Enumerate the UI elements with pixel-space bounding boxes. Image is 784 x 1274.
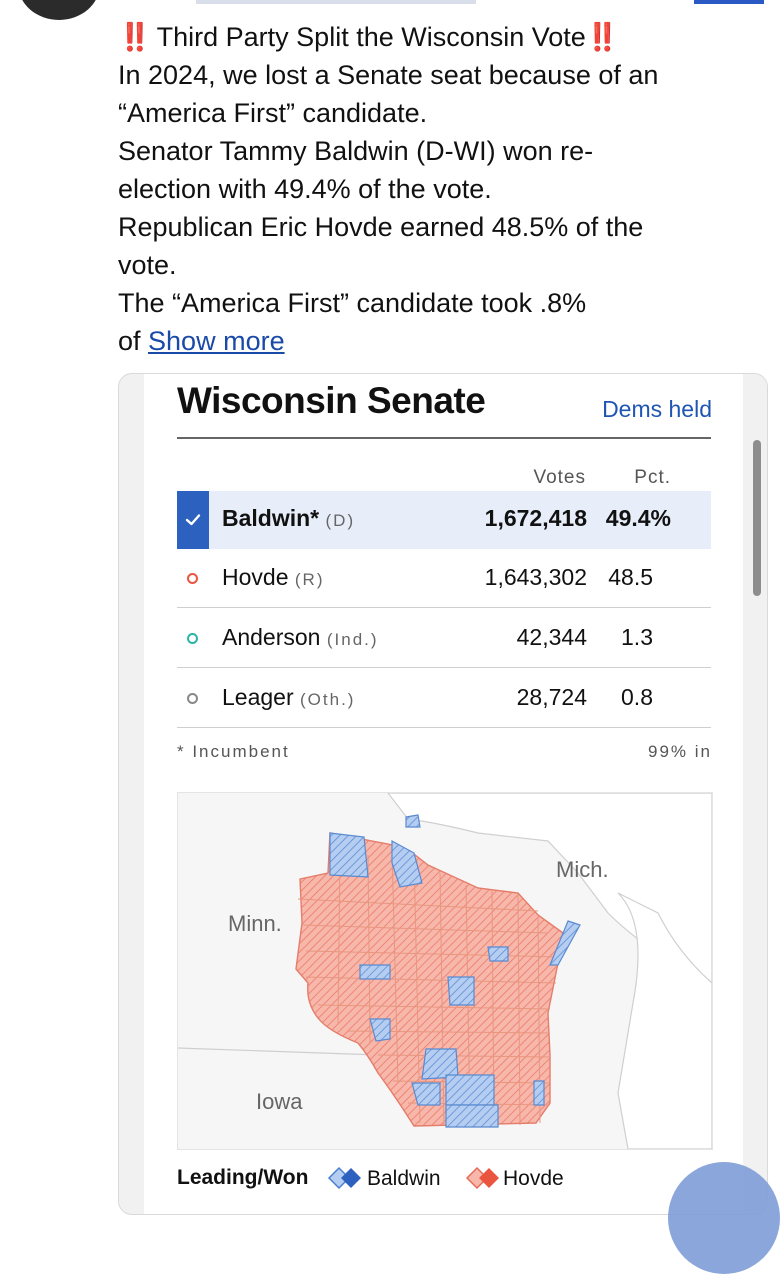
- pct-column-header: Pct.: [634, 467, 671, 488]
- candidate-row-leager: Leager (Oth.) 28,724 0.8: [177, 670, 711, 728]
- legend-baldwin: Baldwin: [367, 1167, 441, 1190]
- map-label-michigan: Mich.: [556, 857, 609, 882]
- map-label-iowa: Iowa: [256, 1089, 303, 1114]
- post-line: In 2024, we lost a Senate seat because o…: [118, 60, 659, 90]
- map-legend: Leading/Won Baldwin Hovde: [177, 1166, 737, 1196]
- candidate-row-hovde: Hovde (R) 1,643,302 48.5: [177, 550, 711, 608]
- follow-button[interactable]: [694, 0, 764, 4]
- state-outline: [295, 832, 571, 1127]
- post-line: Republican Eric Hovde earned 48.5% of th…: [118, 212, 644, 242]
- county-map[interactable]: Minn. Mich. Iowa: [177, 792, 713, 1150]
- baldwin-swatch-icon: [327, 1166, 361, 1190]
- post-text: ‼️ Third Party Split the Wisconsin Vote‼…: [118, 18, 758, 360]
- post-title-line: ‼️ Third Party Split the Wisconsin Vote‼…: [118, 18, 758, 56]
- embedded-card[interactable]: Wisconsin Senate Dems held Votes Pct. Ba…: [118, 373, 768, 1215]
- incumbent-footnote: * Incumbent: [177, 742, 290, 761]
- legend-hovde: Hovde: [503, 1167, 564, 1190]
- candidate-pct: 1.3: [621, 624, 653, 650]
- floating-action-button[interactable]: [668, 1162, 780, 1274]
- hovde-swatch-icon: [465, 1166, 499, 1190]
- double-exclamation-icon: ‼️: [585, 22, 620, 52]
- title-divider: [177, 437, 711, 439]
- candidate-pct: 49.4%: [605, 505, 671, 531]
- candidate-pct: 48.5: [608, 564, 653, 590]
- post-line-prefix: of: [118, 326, 149, 356]
- avatar[interactable]: [18, 0, 100, 20]
- legend-title: Leading/Won: [177, 1166, 309, 1189]
- post-title: Third Party Split the Wisconsin Vote: [156, 22, 586, 52]
- show-more-link[interactable]: Show more: [148, 326, 285, 356]
- map-label-minnesota: Minn.: [228, 911, 282, 936]
- candidate-pct: 0.8: [621, 684, 653, 710]
- race-status: Dems held: [602, 396, 712, 422]
- post-line: “America First” candidate.: [118, 98, 428, 128]
- reporting-status: 99% in: [648, 742, 712, 761]
- embed-scrollbar[interactable]: [743, 374, 767, 1214]
- post-line-last: of Show more: [118, 322, 758, 360]
- post-line: Senator Tammy Baldwin (D-WI) won re-: [118, 136, 594, 166]
- candidate-row-baldwin: Baldwin* (D) 1,672,418 49.4%: [177, 491, 711, 549]
- post-line: election with 49.4% of the vote.: [118, 174, 492, 204]
- candidate-row-anderson: Anderson (Ind.) 42,344 1.3: [177, 610, 711, 668]
- post-line: vote.: [118, 250, 177, 280]
- embed-scrollbar-thumb[interactable]: [753, 440, 761, 596]
- header-divider: [196, 0, 476, 4]
- post-line: The “America First” candidate took .8%: [118, 288, 587, 318]
- race-title: Wisconsin Senate: [177, 380, 486, 421]
- election-results-widget: Wisconsin Senate Dems held Votes Pct. Ba…: [144, 374, 744, 1214]
- double-exclamation-icon: ‼️: [118, 22, 152, 52]
